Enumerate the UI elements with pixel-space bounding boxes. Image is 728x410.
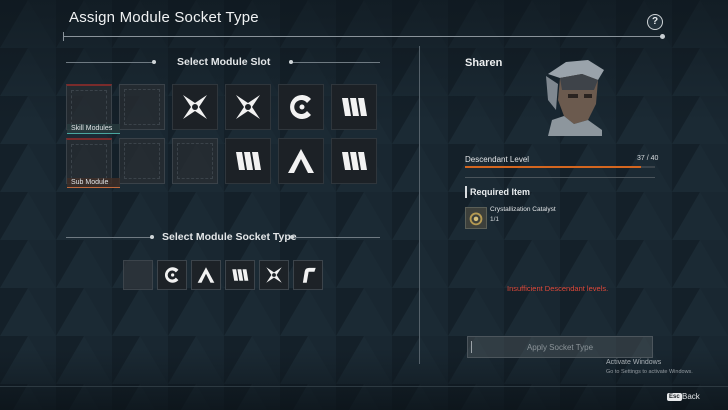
section-rule-right — [289, 60, 380, 64]
section-rule-left — [66, 60, 156, 64]
xenon-socket-icon — [183, 95, 207, 119]
module-slot-10[interactable] — [225, 138, 271, 184]
level-divider — [465, 177, 655, 178]
module-slot-11[interactable] — [278, 138, 324, 184]
socket-option-none[interactable] — [123, 260, 153, 290]
malachite-socket-icon — [232, 269, 249, 281]
level-progress-fill — [465, 166, 641, 168]
footer-divider — [0, 386, 728, 387]
xenon-socket-icon — [266, 267, 282, 283]
cerulean-socket-icon — [164, 267, 179, 283]
required-item-quantity: 1/1 — [490, 216, 500, 223]
activate-windows-subtitle: Go to Settings to activate Windows. — [606, 369, 693, 375]
skill-module-slot-5[interactable] — [278, 84, 324, 130]
apply-button-label: Apply Socket Type — [526, 343, 594, 352]
help-button[interactable]: ? — [647, 14, 663, 30]
activate-windows-title: Activate Windows — [606, 359, 662, 366]
module-slot-9[interactable] — [172, 138, 218, 184]
required-item-marker — [465, 186, 467, 198]
crystallization-catalyst-icon — [465, 207, 487, 229]
socket-option-xenon[interactable] — [259, 260, 289, 290]
skill-module-slot-6[interactable] — [331, 84, 377, 130]
descendant-level-label: Descendant Level — [465, 155, 530, 164]
back-button[interactable]: Back — [682, 392, 700, 401]
module-slot-12[interactable] — [331, 138, 377, 184]
malachite-socket-icon — [236, 152, 261, 170]
sub-module-tag: Sub Module — [67, 178, 120, 188]
required-item-name: Crystallization Catalyst — [490, 206, 556, 213]
socket-option-cerulean[interactable] — [157, 260, 187, 290]
skill-module-slot-2[interactable] — [119, 84, 165, 130]
skill-modules-tag: Skill Modules — [67, 124, 120, 134]
skill-module-slot-3[interactable] — [172, 84, 218, 130]
xenon-socket-icon — [236, 95, 260, 119]
rutile-socket-icon — [302, 267, 316, 283]
socket-option-malachite[interactable] — [225, 260, 255, 290]
socket-rule-right — [290, 235, 380, 239]
skill-module-slot-4[interactable] — [225, 84, 271, 130]
descendant-portrait — [546, 60, 604, 136]
panel-divider — [419, 46, 420, 364]
almandine-socket-icon — [288, 149, 314, 173]
socket-rule-left — [66, 235, 154, 239]
required-item-label: Required Item — [470, 187, 531, 197]
insufficient-level-warning: Insufficient Descendant levels. — [507, 284, 609, 293]
esc-key-badge: Esc — [667, 393, 682, 401]
socket-type-heading: Select Module Socket Type — [162, 231, 297, 243]
descendant-level-value: 37 / 40 — [637, 155, 659, 162]
descendant-name: Sharen — [465, 57, 503, 69]
cerulean-socket-icon — [290, 95, 311, 119]
module-slot-heading: Select Module Slot — [177, 56, 271, 68]
almandine-socket-icon — [197, 267, 215, 283]
malachite-socket-icon — [342, 98, 367, 116]
socket-option-rutile[interactable] — [293, 260, 323, 290]
socket-option-almandine[interactable] — [191, 260, 221, 290]
malachite-socket-icon — [342, 152, 367, 170]
page-title: Assign Module Socket Type — [69, 9, 259, 26]
module-slot-8[interactable] — [119, 138, 165, 184]
apply-socket-type-button[interactable]: Apply Socket Type — [467, 336, 653, 358]
title-divider — [63, 32, 665, 41]
